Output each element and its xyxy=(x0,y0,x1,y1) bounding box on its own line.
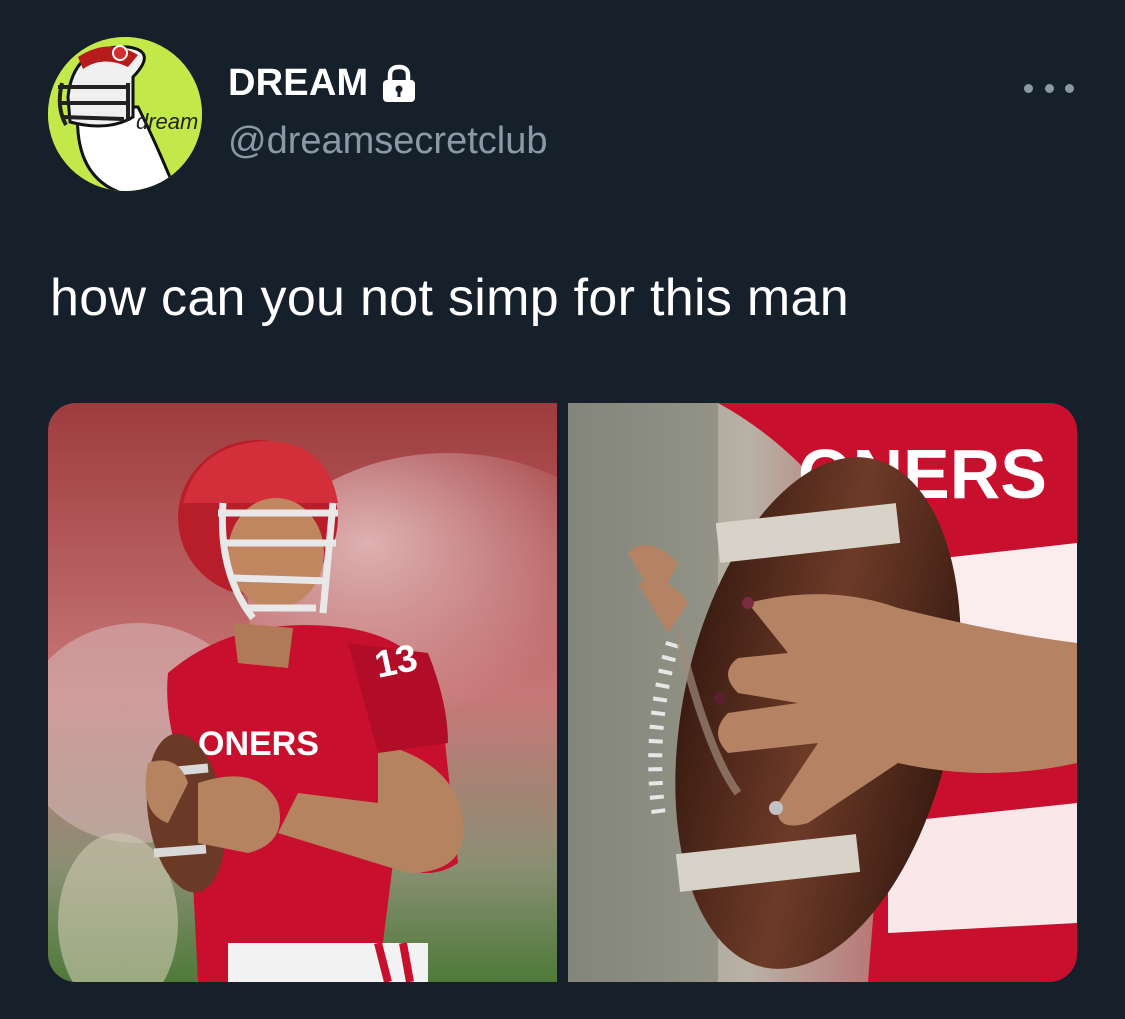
hands-ball-photo: ONERS xyxy=(568,403,1077,982)
lock-icon xyxy=(383,64,416,102)
avatar-lettering: dream xyxy=(136,109,198,134)
more-icon xyxy=(1024,83,1033,93)
avatar[interactable]: dream xyxy=(48,37,202,191)
media-photo-1[interactable]: 13 ONERS xyxy=(48,403,557,982)
player-photo: 13 ONERS xyxy=(48,403,557,982)
more-icon-dot xyxy=(1044,83,1054,93)
more-button[interactable] xyxy=(1024,70,1074,106)
author-handle[interactable]: @dreamsecretclub xyxy=(228,120,547,163)
tweet-text: how can you not simp for this man xyxy=(50,269,849,327)
avatar-image: dream xyxy=(48,37,202,191)
author-display-name[interactable]: DREAM xyxy=(228,62,368,105)
jersey-number: 13 xyxy=(371,637,421,687)
author-name-row[interactable]: DREAM xyxy=(228,62,418,105)
media-photo-2[interactable]: ONERS xyxy=(568,403,1077,982)
jersey-lettering: ONERS xyxy=(198,725,319,763)
media-grid: 13 ONERS ONERS xyxy=(48,403,1077,982)
more-icon-dot xyxy=(1065,83,1074,93)
